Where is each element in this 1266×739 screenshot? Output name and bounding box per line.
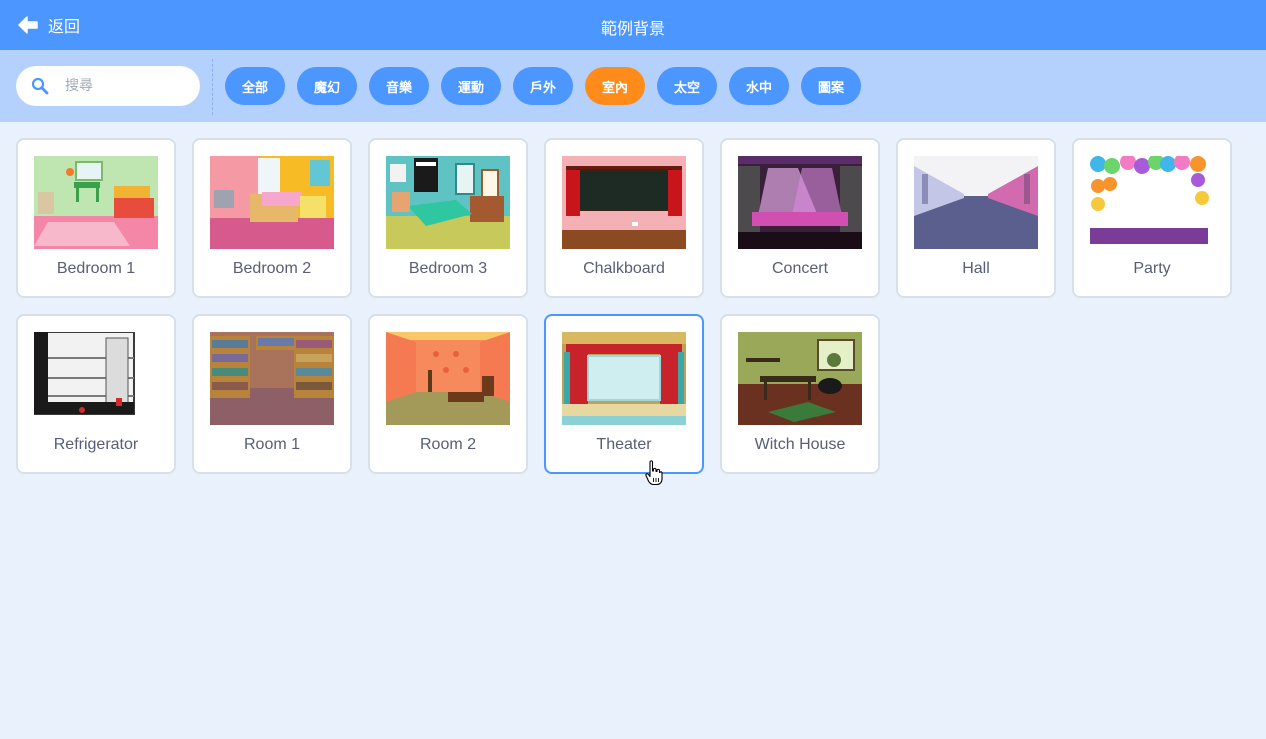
tag-sports[interactable]: 運動 — [441, 67, 501, 105]
backdrop-label: Concert — [771, 260, 829, 277]
backdrop-thumbnail — [914, 156, 1038, 249]
search-box[interactable] — [16, 66, 200, 106]
backdrop-card-bedroom-1[interactable]: Bedroom 1 — [16, 138, 176, 298]
backdrop-card-room-2[interactable]: Room 2 — [368, 314, 528, 474]
tag-outdoors[interactable]: 戶外 — [513, 67, 573, 105]
tag-indoors[interactable]: 室內 — [585, 67, 645, 105]
hand-cursor-icon — [645, 460, 663, 486]
backdrop-thumbnail — [738, 156, 862, 249]
backdrop-thumbnail — [386, 156, 510, 249]
backdrop-label: Room 1 — [243, 436, 301, 453]
tag-music[interactable]: 音樂 — [369, 67, 429, 105]
backdrop-card-theater[interactable]: Theater — [544, 314, 704, 474]
backdrop-card-bedroom-2[interactable]: Bedroom 2 — [192, 138, 352, 298]
backdrop-label: Witch House — [754, 436, 846, 453]
backdrop-card-bedroom-3[interactable]: Bedroom 3 — [368, 138, 528, 298]
backdrop-card-refrigerator[interactable]: Refrigerator — [16, 314, 176, 474]
divider — [212, 59, 213, 115]
backdrop-thumbnail — [738, 332, 862, 425]
backdrop-thumbnail — [34, 156, 158, 249]
page-title: 範例背景 — [600, 19, 665, 38]
backdrop-label: Room 2 — [419, 436, 477, 453]
backdrop-card-room-1[interactable]: Room 1 — [192, 314, 352, 474]
backdrop-card-hall[interactable]: Hall — [896, 138, 1056, 298]
backdrop-label: Hall — [962, 260, 990, 277]
backdrop-thumbnail — [562, 332, 686, 425]
backdrop-label: Refrigerator — [53, 436, 139, 453]
backdrop-thumbnail — [386, 332, 510, 425]
backdrop-card-chalkboard[interactable]: Chalkboard — [544, 138, 704, 298]
backdrop-thumbnail — [210, 156, 334, 249]
backdrop-card-concert[interactable]: Concert — [720, 138, 880, 298]
backdrop-thumbnail — [210, 332, 334, 425]
backdrop-label: Chalkboard — [583, 260, 665, 277]
header-bar: 返回 範例背景 — [0, 0, 1266, 50]
filter-bar: 全部 魔幻 音樂 運動 戶外 室內 太空 水中 圖案 — [0, 50, 1266, 122]
backdrop-label: Party — [1133, 260, 1171, 277]
tag-list: 全部 魔幻 音樂 運動 戶外 室內 太空 水中 圖案 — [225, 67, 873, 105]
backdrop-label: Bedroom 1 — [56, 260, 136, 277]
search-icon — [31, 77, 49, 95]
backdrop-thumbnail — [34, 332, 158, 425]
backdrop-card-party[interactable]: Party — [1072, 138, 1232, 298]
backdrop-label: Bedroom 2 — [232, 260, 312, 277]
backdrop-label: Theater — [596, 436, 652, 453]
backdrop-card-witch-house[interactable]: Witch House — [720, 314, 880, 474]
backdrop-thumbnail — [1090, 156, 1214, 249]
tag-fantasy[interactable]: 魔幻 — [297, 67, 357, 105]
backdrop-thumbnail — [562, 156, 686, 249]
tag-patterns[interactable]: 圖案 — [801, 67, 861, 105]
search-input[interactable] — [65, 78, 185, 94]
backdrop-label: Bedroom 3 — [408, 260, 488, 277]
tag-all[interactable]: 全部 — [225, 67, 285, 105]
tag-underwater[interactable]: 水中 — [729, 67, 789, 105]
tag-space[interactable]: 太空 — [657, 67, 717, 105]
